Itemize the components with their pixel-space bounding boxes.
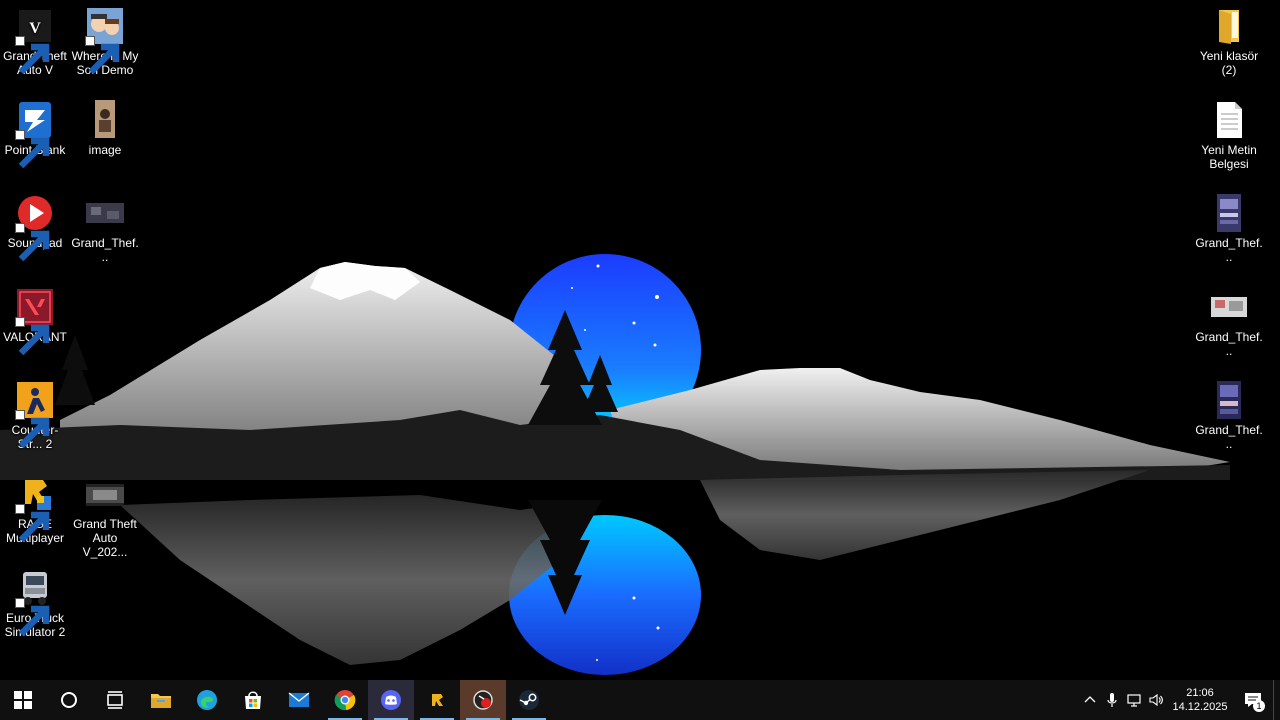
show-desktop-button[interactable] bbox=[1273, 680, 1280, 720]
shortcut-arrow-icon bbox=[15, 317, 50, 356]
taskbar-discord[interactable] bbox=[368, 680, 414, 720]
desktop-icon-new-folder[interactable]: Yeni klasör (2) bbox=[1193, 6, 1265, 77]
show-hidden-icons-button[interactable] bbox=[1079, 680, 1101, 720]
network-icon bbox=[1127, 694, 1141, 707]
desktop-icon-image[interactable]: image bbox=[69, 100, 141, 157]
volume-tray-button[interactable] bbox=[1145, 680, 1167, 720]
store-icon bbox=[245, 691, 261, 709]
shortcut-arrow-icon bbox=[15, 410, 50, 449]
chrome-icon bbox=[334, 690, 356, 711]
desktop-icon-label: Yeni klasör (2) bbox=[1199, 49, 1259, 77]
taskbar-chrome[interactable] bbox=[322, 680, 368, 720]
edge-icon bbox=[197, 690, 217, 710]
cortana-search-icon bbox=[61, 692, 77, 708]
microphone-tray-button[interactable] bbox=[1101, 680, 1123, 720]
folder-icon bbox=[151, 694, 171, 708]
desktop-icon-gta-image[interactable]: Grand_Thef... bbox=[69, 193, 141, 264]
desktop-icon-gta-image-right-1[interactable]: Grand_Thef... bbox=[1193, 193, 1265, 264]
desktop-icon-counter-strike[interactable]: Counter-Str... 2 bbox=[0, 380, 71, 451]
image-file-icon bbox=[1217, 194, 1241, 232]
steam-icon bbox=[519, 690, 539, 710]
taskbar-steam[interactable] bbox=[506, 680, 552, 720]
speaker-icon bbox=[1149, 693, 1163, 707]
desktop-icon-soundpad[interactable]: Soundpad bbox=[0, 193, 71, 262]
taskbar-file-explorer[interactable] bbox=[138, 680, 184, 720]
action-center-button[interactable]: 1 bbox=[1233, 680, 1273, 720]
taskbar-rage-mp[interactable] bbox=[414, 680, 460, 720]
taskbar-store[interactable] bbox=[230, 680, 276, 720]
microphone-icon bbox=[1107, 693, 1117, 707]
clock-date: 14.12.2025 bbox=[1172, 701, 1228, 713]
image-file-icon bbox=[86, 203, 124, 223]
start-button[interactable] bbox=[0, 680, 46, 720]
folder-icon bbox=[1219, 10, 1239, 44]
taskbar-recorder[interactable] bbox=[460, 680, 506, 720]
desktop-icon-label: Grand_Thef... bbox=[1195, 330, 1263, 358]
svg-text:V: V bbox=[29, 20, 41, 37]
desktop-icon-valorant[interactable]: VALORANT bbox=[0, 287, 71, 356]
shortcut-arrow-icon bbox=[15, 130, 50, 169]
notification-count-badge: 1 bbox=[1253, 700, 1265, 712]
desktop-icon-label: Yeni Metin Belgesi bbox=[1201, 143, 1257, 171]
desktop-icon-gta-image-right-3[interactable]: Grand_Thef... bbox=[1193, 380, 1265, 451]
desktop-icon-label: image bbox=[88, 143, 122, 157]
mail-icon bbox=[288, 692, 310, 707]
desktop-icon-label: Grand Theft Auto V_202... bbox=[73, 517, 137, 559]
desktop-icon-gta-image-right-2[interactable]: Grand_Thef... bbox=[1193, 287, 1265, 358]
desktop-icon-where-is-my-son[interactable]: Where is My Son Demo bbox=[69, 6, 141, 77]
desktop-icon-gta-video[interactable]: Grand Theft Auto V_202... bbox=[69, 474, 141, 559]
image-file-icon bbox=[1211, 297, 1247, 317]
discord-icon bbox=[381, 690, 401, 710]
taskbar-mail[interactable] bbox=[276, 680, 322, 720]
shortcut-arrow-icon bbox=[15, 223, 50, 262]
network-tray-button[interactable] bbox=[1123, 680, 1145, 720]
shortcut-arrow-icon bbox=[15, 504, 50, 543]
image-file-icon bbox=[1217, 381, 1241, 419]
clock-button[interactable]: 21:06 14.12.2025 bbox=[1167, 686, 1233, 714]
system-tray: 21:06 14.12.2025 1 bbox=[1079, 680, 1280, 720]
shortcut-arrow-icon bbox=[85, 36, 120, 75]
windows-start-icon bbox=[14, 691, 32, 709]
taskbar: 21:06 14.12.2025 1 bbox=[0, 680, 1280, 720]
desktop-icon-rage-mp[interactable]: RAGE Multiplayer bbox=[0, 474, 71, 545]
desktop-icon-euro-truck[interactable]: Euro Truck Simulator 2 bbox=[0, 568, 71, 639]
desktop-icon-point-blank[interactable]: Point Blank bbox=[0, 100, 71, 169]
shortcut-arrow-icon bbox=[15, 598, 50, 637]
desktop-icon-gta5[interactable]: V Grand Theft Auto V bbox=[0, 6, 71, 77]
text-document-icon bbox=[1217, 102, 1242, 138]
desktop-icon-label: Grand_Thef... bbox=[1195, 236, 1263, 264]
video-file-icon bbox=[86, 484, 124, 506]
chevron-up-icon bbox=[1084, 696, 1096, 703]
clock-time: 21:06 bbox=[1186, 687, 1214, 699]
task-view-icon bbox=[107, 691, 123, 709]
desktop-icon-label: Grand_Thef... bbox=[1195, 423, 1263, 451]
record-icon bbox=[473, 690, 493, 710]
desktop-icon-label: Grand_Thef... bbox=[71, 236, 139, 264]
desktop-wallpaper bbox=[0, 0, 1280, 680]
search-button[interactable] bbox=[46, 680, 92, 720]
image-file-icon bbox=[95, 100, 115, 138]
task-view-button[interactable] bbox=[92, 680, 138, 720]
desktop-icon-new-text-document[interactable]: Yeni Metin Belgesi bbox=[1193, 100, 1265, 171]
shortcut-arrow-icon bbox=[15, 36, 50, 75]
taskbar-edge[interactable] bbox=[184, 680, 230, 720]
rage-mp-icon bbox=[432, 694, 443, 706]
